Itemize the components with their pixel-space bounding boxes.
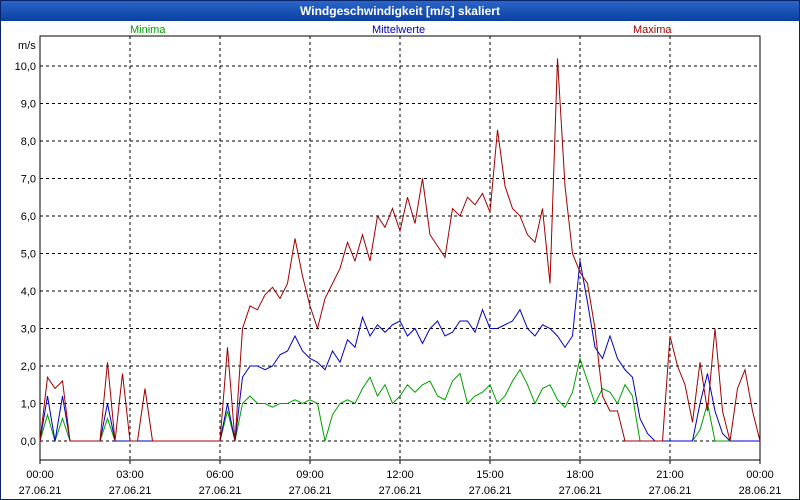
y-tick-label: 9,0 xyxy=(21,99,36,111)
y-tick-label: 1,0 xyxy=(21,399,36,411)
y-tick-label: 5,0 xyxy=(21,249,36,261)
x-tick-time-label: 00:00 xyxy=(746,469,774,481)
y-tick-label: 2,0 xyxy=(21,361,36,373)
legend-maxima: Maxima xyxy=(633,24,672,36)
x-tick-time-label: 18:00 xyxy=(566,469,594,481)
y-tick-label: 8,0 xyxy=(21,136,36,148)
y-tick-label: 3,0 xyxy=(21,324,36,336)
x-tick-time-label: 15:00 xyxy=(476,469,504,481)
x-tick-time-label: 12:00 xyxy=(386,469,414,481)
y-tick-label: 10,0 xyxy=(15,61,36,73)
x-tick-date-label: 27.06.21 xyxy=(559,485,602,497)
y-tick-label: 7,0 xyxy=(21,174,36,186)
x-tick-date-label: 27.06.21 xyxy=(289,485,332,497)
x-tick-date-label: 27.06.21 xyxy=(109,485,152,497)
chart-plot-area: 0,0 1,0 2,0 3,0 4,0 5,0 6,0 7,0 8,0 9,0 10,0 00:00 2… xyxy=(15,35,782,497)
x-tick-time-label: 09:00 xyxy=(296,469,324,481)
x-tick-date-label: 28.06.21 xyxy=(739,485,782,497)
y-tick-label: 4,0 xyxy=(21,286,36,298)
x-tick-time-label: 21:00 xyxy=(656,469,684,481)
legend-mittelwerte: Mittelwerte xyxy=(372,24,426,36)
x-tick-date-label: 27.06.21 xyxy=(649,485,692,497)
x-tick-time-label: 06:00 xyxy=(206,469,234,481)
x-tick-time-label: 00:00 xyxy=(26,469,54,481)
y-axis-unit-label: m/s xyxy=(18,40,36,52)
legend-minima: Minima xyxy=(130,24,166,36)
x-tick-date-label: 27.06.21 xyxy=(379,485,422,497)
x-tick-date-label: 27.06.21 xyxy=(469,485,512,497)
x-tick-time-label: 03:00 xyxy=(116,469,144,481)
x-tick-date-label: 27.06.21 xyxy=(199,485,242,497)
x-tick-date-label: 27.06.21 xyxy=(19,485,62,497)
y-tick-label: 6,0 xyxy=(21,211,36,223)
y-tick-label: 0,0 xyxy=(21,436,36,448)
